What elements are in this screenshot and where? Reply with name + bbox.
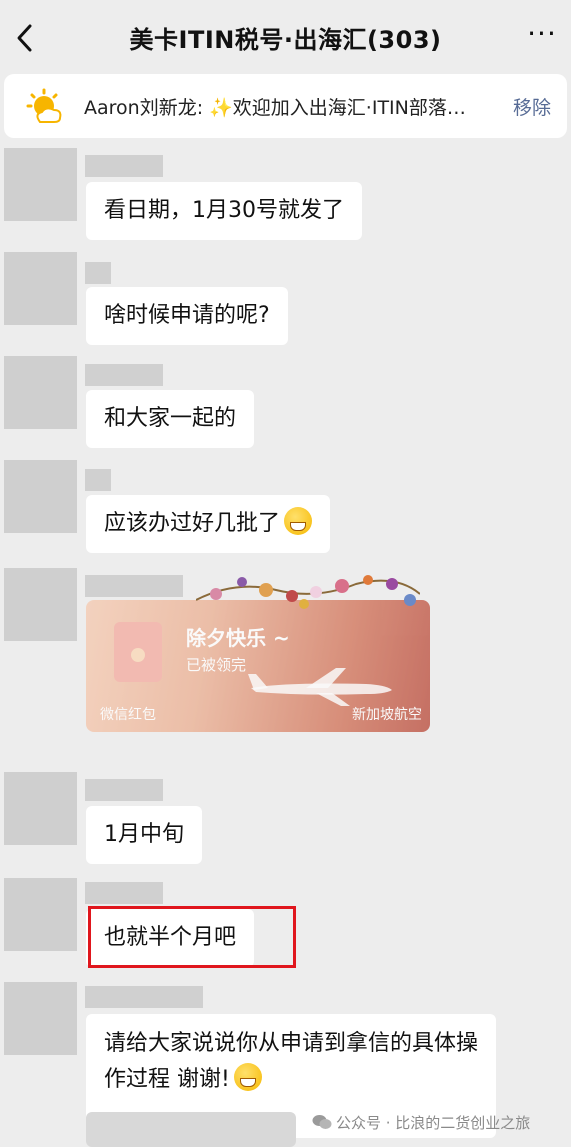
red-packet-status: 已被领完 xyxy=(186,656,247,674)
pinned-message-bar[interactable]: Aaron刘新龙: ✨欢迎加入出海汇·ITIN部落… 移除 xyxy=(4,74,567,138)
chat-title: 美卡ITIN税号·出海汇(303) xyxy=(129,26,442,54)
wechat-logo-icon xyxy=(312,1115,332,1129)
red-envelope-icon xyxy=(114,622,162,682)
watermark-text: 公众号 · 比浪的二货创业之旅 xyxy=(336,1114,531,1132)
sender-name xyxy=(85,986,203,1008)
avatar[interactable] xyxy=(4,252,77,325)
more-dots-icon[interactable]: ··· xyxy=(525,20,559,52)
sender-name xyxy=(85,469,111,491)
sender-name xyxy=(85,882,163,904)
avatar[interactable] xyxy=(4,878,77,951)
avatar[interactable] xyxy=(4,982,77,1055)
sender-name xyxy=(85,262,111,284)
remove-pin-button[interactable]: 移除 xyxy=(513,93,551,120)
airplane-icon xyxy=(248,668,392,706)
sun-icon xyxy=(26,88,66,124)
red-packet-brand: 新加坡航空 xyxy=(352,707,422,723)
red-packet-title: 除夕快乐 ~ xyxy=(186,626,290,650)
flower-garland-icon xyxy=(196,575,420,609)
message-bubble[interactable]: 和大家一起的 xyxy=(86,390,255,448)
grin-emoji-icon xyxy=(284,507,313,535)
avatar[interactable] xyxy=(4,460,77,533)
message-text: 请给大家说说你从申请到拿信的具体操作过程 谢谢! xyxy=(104,1031,479,1092)
message-bubble[interactable]: 1月中旬 xyxy=(86,806,202,864)
avatar[interactable] xyxy=(4,148,77,221)
pinned-message-text: Aaron刘新龙: ✨欢迎加入出海汇·ITIN部落… xyxy=(84,97,466,119)
sender-name xyxy=(85,364,163,386)
sender-name xyxy=(85,779,163,801)
sender-name xyxy=(85,155,163,177)
message-bubble[interactable]: 看日期，1月30号就发了 xyxy=(86,182,362,240)
avatar[interactable] xyxy=(4,356,77,429)
avatar[interactable] xyxy=(4,568,77,641)
message-bubble[interactable]: 啥时候申请的呢? xyxy=(86,287,288,345)
grin-emoji-icon xyxy=(233,1063,262,1091)
red-packet-label: 微信红包 xyxy=(100,707,156,723)
message-bubble-partial[interactable] xyxy=(86,1112,296,1147)
highlight-box xyxy=(88,906,296,968)
message-bubble[interactable]: 应该办过好几批了 xyxy=(86,495,331,553)
avatar[interactable] xyxy=(4,772,77,845)
message-text: 应该办过好几批了 xyxy=(104,511,281,536)
red-packet-card[interactable]: 除夕快乐 ~ 已被领完 微信红包 新加坡航空 xyxy=(86,600,430,732)
chat-header: 美卡ITIN税号·出海汇(303) ··· xyxy=(0,0,571,72)
sender-name xyxy=(85,575,183,597)
